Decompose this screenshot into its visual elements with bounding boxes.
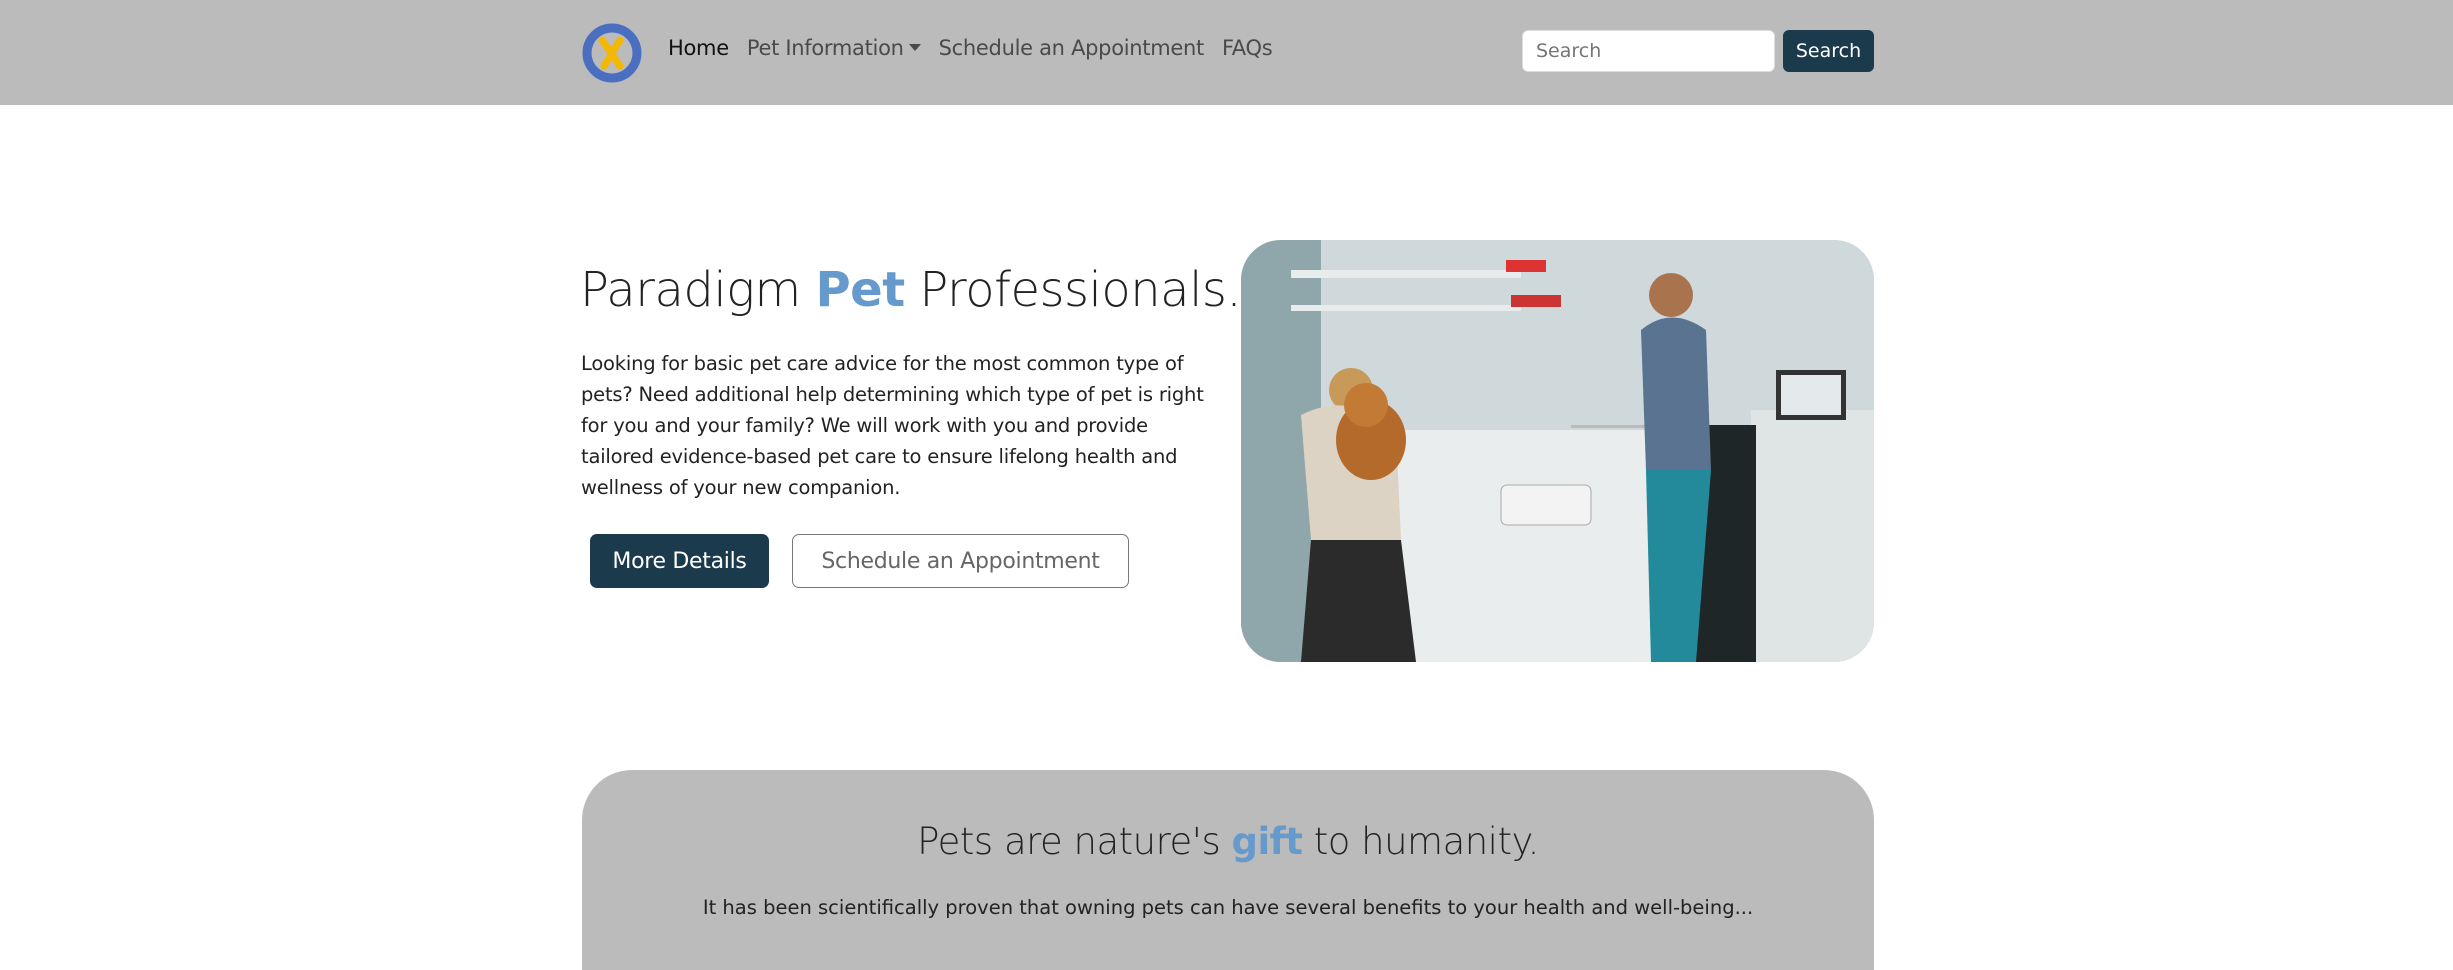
hero-paragraph: Looking for basic pet care advice for th… <box>581 352 1204 499</box>
nav-links: Home Pet Information Schedule an Appoint… <box>668 36 1273 60</box>
search-input[interactable] <box>1522 30 1775 72</box>
nav-pet-information[interactable]: Pet Information <box>747 36 921 60</box>
nav-home[interactable]: Home <box>668 36 729 60</box>
navbar: Home Pet Information Schedule an Appoint… <box>0 0 2453 105</box>
more-details-button[interactable]: More Details <box>590 534 769 588</box>
hero-title-post: Professionals. <box>904 262 1242 318</box>
caret-down-icon <box>908 44 921 51</box>
nav-faqs[interactable]: FAQs <box>1222 36 1273 60</box>
section-title-post: to humanity. <box>1302 820 1540 863</box>
nav-schedule[interactable]: Schedule an Appointment <box>939 36 1205 60</box>
hero-title: Paradigm Pet Professionals. <box>580 262 1242 318</box>
nav-pet-information-label: Pet Information <box>746 36 904 60</box>
section-title-accent: gift <box>1231 820 1303 863</box>
hero-title-accent: Pet <box>815 262 905 318</box>
schedule-appointment-button[interactable]: Schedule an Appointment <box>792 534 1129 588</box>
brand-logo[interactable] <box>580 20 644 84</box>
hero-photo-vet-clinic <box>1241 240 1874 662</box>
search-button[interactable]: Search <box>1783 30 1874 72</box>
hero-title-pre: Paradigm <box>580 262 816 318</box>
section-title: Pets are nature's gift to humanity. <box>582 820 1874 863</box>
section-title-pre: Pets are nature's <box>917 820 1232 863</box>
info-section: Pets are nature's gift to humanity. It h… <box>582 770 1874 970</box>
section-paragraph: It has been scientifically proven that o… <box>702 896 1754 919</box>
